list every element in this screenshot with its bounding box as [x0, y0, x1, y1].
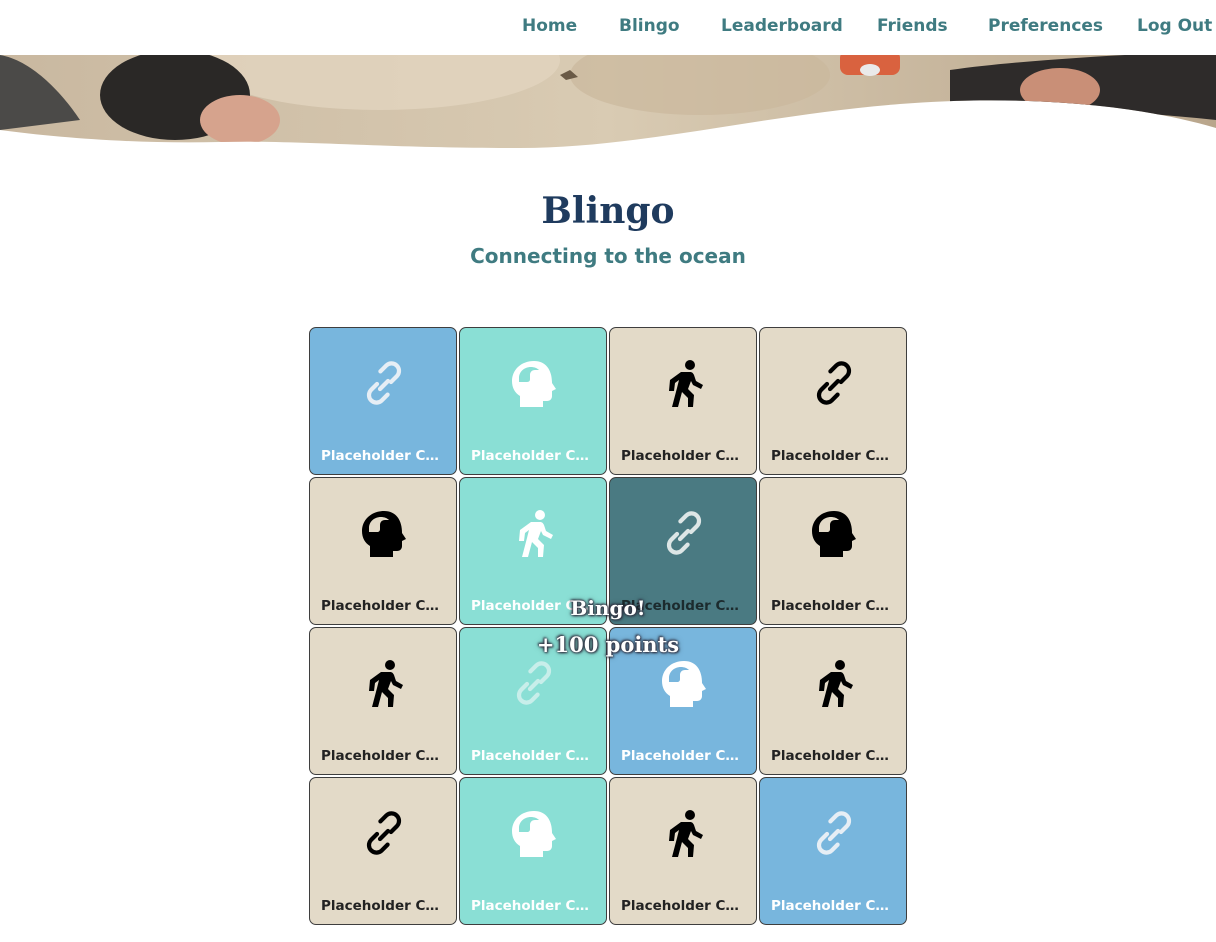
bingo-popup-points: +100 points [536, 632, 680, 657]
bingo-tile[interactable]: Placeholder Challenge [759, 777, 907, 925]
bingo-tile[interactable]: Placeholder Challenge [309, 327, 457, 475]
bingo-tile-label: Placeholder Challenge [321, 898, 447, 914]
bingo-tile-label: Placeholder Challenge [621, 748, 747, 764]
walk-icon [509, 508, 559, 558]
bingo-tile-label: Placeholder Challenge [771, 748, 897, 764]
top-nav: Home Blingo Leaderboard Friends Preferen… [0, 0, 1216, 55]
bingo-tile[interactable]: Placeholder Challenge [759, 327, 907, 475]
head-icon [659, 658, 709, 708]
page-title: Blingo [541, 190, 675, 232]
head-icon [509, 358, 559, 408]
nav-blingo[interactable]: Blingo [619, 16, 680, 36]
bingo-tile-label: Placeholder Challenge [771, 448, 897, 464]
bingo-tile-label: Placeholder Challenge [321, 748, 447, 764]
nav-leaderboard[interactable]: Leaderboard [721, 16, 843, 36]
head-icon [509, 808, 559, 858]
walk-icon [809, 658, 859, 708]
nav-logout[interactable]: Log Out [1137, 16, 1212, 36]
bingo-tile[interactable]: Placeholder Challenge [609, 327, 757, 475]
link-icon [359, 808, 409, 858]
bingo-tile-label: Placeholder Challenge [621, 448, 747, 464]
bingo-tile-label: Placeholder Challenge [771, 898, 897, 914]
page-subtitle: Connecting to the ocean [470, 244, 746, 268]
nav-friends[interactable]: Friends [877, 16, 948, 36]
nav-preferences[interactable]: Preferences [988, 16, 1103, 36]
link-icon [809, 808, 859, 858]
bingo-tile-label: Placeholder Challenge [471, 448, 597, 464]
link-icon [809, 358, 859, 408]
nav-home[interactable]: Home [522, 16, 577, 36]
head-icon [359, 508, 409, 558]
bingo-grid: Placeholder Challenge Placeholder Challe… [309, 327, 909, 927]
bingo-tile-label: Placeholder Challenge [471, 748, 597, 764]
head-icon [809, 508, 859, 558]
link-icon [359, 358, 409, 408]
walk-icon [359, 658, 409, 708]
bingo-popup-title: Bingo! [570, 596, 646, 620]
bingo-tile[interactable]: Placeholder Challenge [609, 777, 757, 925]
bingo-tile-label: Placeholder Challenge [471, 898, 597, 914]
bingo-tile[interactable]: Placeholder Challenge [309, 777, 457, 925]
walk-icon [659, 808, 709, 858]
link-icon [509, 658, 559, 708]
bingo-tile[interactable]: Placeholder Challenge [459, 327, 607, 475]
bingo-tile[interactable]: Placeholder Challenge [459, 777, 607, 925]
link-icon [659, 508, 709, 558]
bingo-tile-label: Placeholder Challenge [621, 898, 747, 914]
walk-icon [659, 358, 709, 408]
bingo-tile-label: Placeholder Challenge [321, 448, 447, 464]
